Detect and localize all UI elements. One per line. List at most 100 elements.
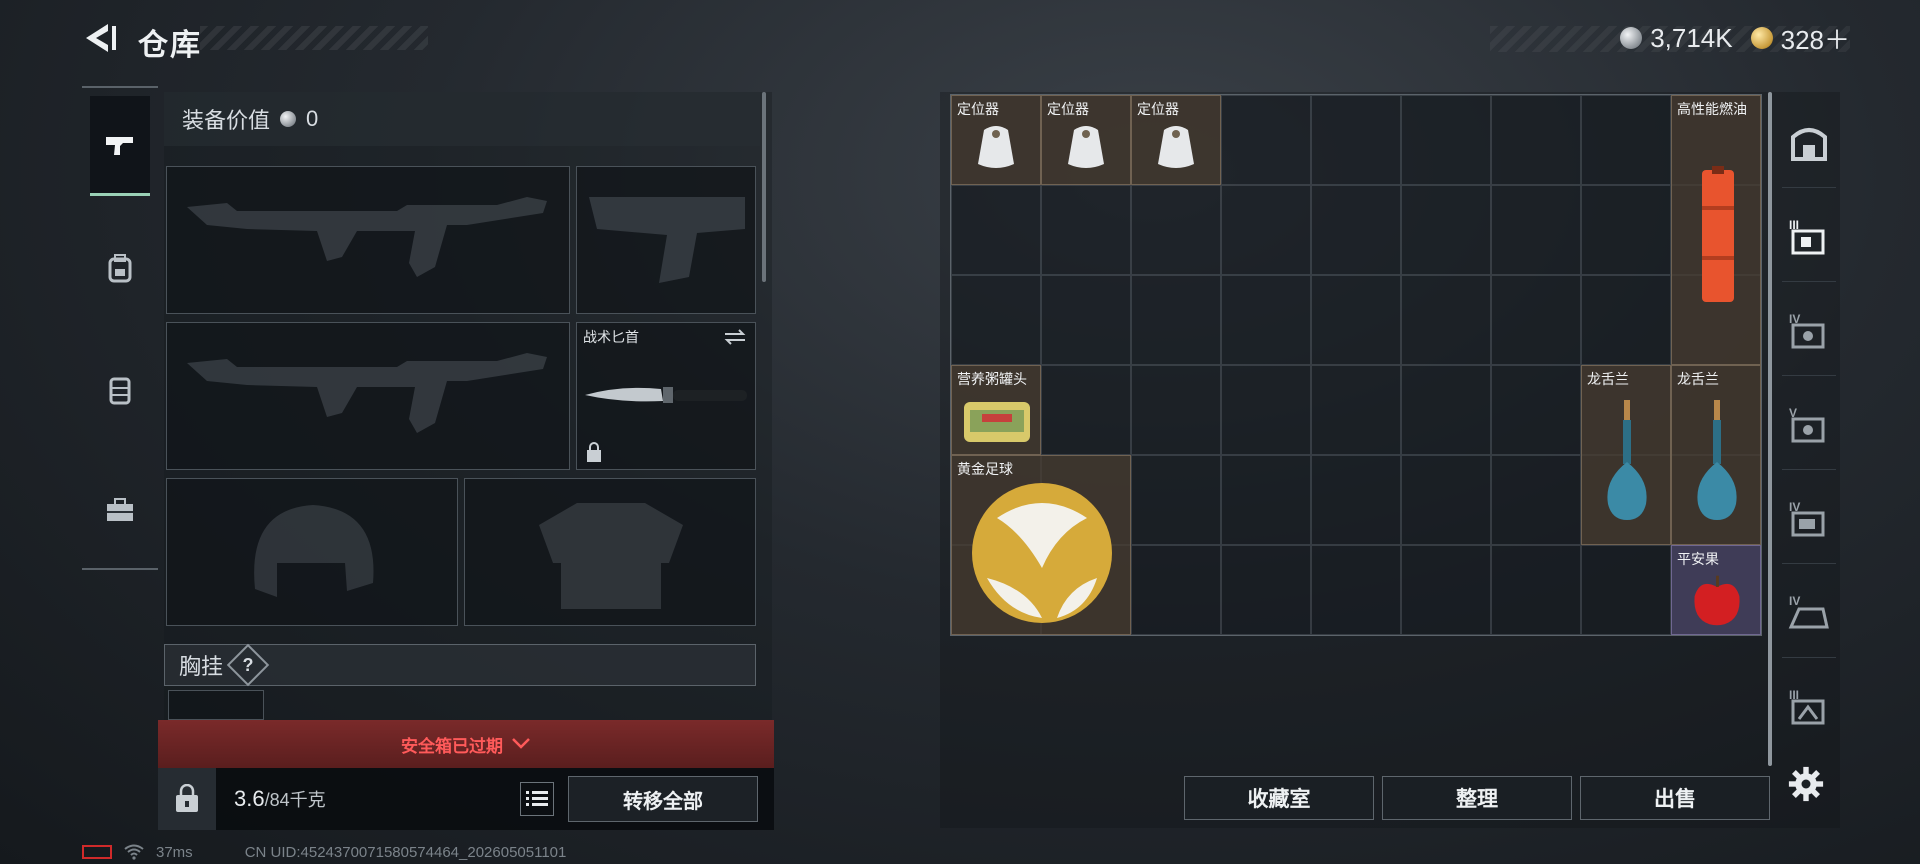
safe-box-expired-banner[interactable]: 安全箱已过期 <box>158 720 774 768</box>
list-view-button[interactable] <box>520 782 554 816</box>
help-badge-text: ? <box>242 654 254 675</box>
grid-cell[interactable] <box>1041 275 1131 365</box>
grid-item-locator-2[interactable]: 定位器 <box>1041 95 1131 185</box>
tab-case-iv[interactable]: IV <box>1782 286 1836 376</box>
chest-rig-slot[interactable] <box>168 690 264 720</box>
case-tier-4-icon: IV <box>1789 312 1825 348</box>
organize-button[interactable]: 整理 <box>1382 776 1572 820</box>
grid-item-golden-football[interactable]: 黄金足球 <box>951 455 1131 635</box>
lock-icon <box>587 442 601 462</box>
rifle-silhouette-icon <box>187 353 547 433</box>
grid-cell[interactable] <box>1401 185 1491 275</box>
grid-item-tequila-2[interactable]: 龙舌兰 <box>1671 365 1761 545</box>
grid-cell[interactable] <box>1221 95 1311 185</box>
sidearm-slot[interactable] <box>576 166 756 314</box>
grid-cell[interactable] <box>1311 545 1401 635</box>
tab-case-iv-b[interactable]: IV <box>1782 474 1836 564</box>
sell-button[interactable]: 出售 <box>1580 776 1770 820</box>
helmet-slot[interactable] <box>166 478 458 626</box>
grid-cell[interactable] <box>1401 275 1491 365</box>
grid-cell[interactable] <box>1131 365 1221 455</box>
grid-cell[interactable] <box>1581 545 1671 635</box>
grid-item-porridge-can[interactable]: 营养粥罐头 <box>951 365 1041 455</box>
primary-weapon-slot[interactable] <box>166 166 570 314</box>
grid-cell[interactable] <box>1581 95 1671 185</box>
grid-cell[interactable] <box>1041 185 1131 275</box>
grid-cell[interactable] <box>1491 365 1581 455</box>
grid-cell[interactable] <box>1311 455 1401 545</box>
grid-cell[interactable] <box>1491 455 1581 545</box>
collection-room-button[interactable]: 收藏室 <box>1184 776 1374 820</box>
grid-cell[interactable] <box>1491 185 1581 275</box>
grid-cell[interactable] <box>951 185 1041 275</box>
grid-cell[interactable] <box>1311 95 1401 185</box>
tab-case-iii[interactable]: III <box>1782 192 1836 282</box>
grid-item-fuel[interactable]: 高性能燃油 <box>1671 95 1761 365</box>
item-label: 营养粥罐头 <box>957 371 1027 387</box>
grid-cell[interactable] <box>1221 365 1311 455</box>
gear-icon <box>1788 766 1824 802</box>
tab-gear[interactable] <box>90 218 150 318</box>
grid-cell[interactable] <box>1221 545 1311 635</box>
grid-cell[interactable] <box>1041 365 1131 455</box>
grid-item-locator-1[interactable]: 定位器 <box>951 95 1041 185</box>
back-button[interactable] <box>78 18 118 58</box>
grid-cell[interactable] <box>1401 95 1491 185</box>
grid-cell[interactable] <box>1401 455 1491 545</box>
grid-cell[interactable] <box>1311 365 1401 455</box>
locator-tag-icon <box>978 126 1014 168</box>
silver-coin-icon <box>1620 27 1643 49</box>
silver-currency: 3,714K <box>1620 23 1733 54</box>
title-decoration <box>200 26 428 50</box>
equipment-value-label: 装备价值 <box>182 108 271 133</box>
transfer-all-button[interactable]: 转移全部 <box>568 776 758 822</box>
settings-button[interactable] <box>1782 760 1830 808</box>
grid-cell[interactable] <box>1131 185 1221 275</box>
stash-scrollbar[interactable] <box>1768 92 1772 766</box>
grid-cell[interactable] <box>1131 275 1221 365</box>
grid-cell[interactable] <box>1491 275 1581 365</box>
grid-cell[interactable] <box>1311 185 1401 275</box>
gold-currency[interactable]: 328＋ <box>1750 20 1850 57</box>
grid-cell[interactable] <box>1581 185 1671 275</box>
armor-silhouette-icon <box>539 503 683 609</box>
grid-cell[interactable] <box>1491 545 1581 635</box>
help-badge[interactable]: ? <box>226 643 270 687</box>
grid-cell[interactable] <box>951 275 1041 365</box>
item-label: 龙舌兰 <box>1677 371 1719 387</box>
grid-cell[interactable] <box>1311 275 1401 365</box>
armor-slot[interactable] <box>464 478 756 626</box>
grid-item-tequila-1[interactable]: 龙舌兰 <box>1581 365 1671 545</box>
tequila-bottle-icon <box>1697 400 1737 520</box>
tab-case-iv-c[interactable]: IV <box>1782 568 1836 658</box>
tab-backpack-storage[interactable] <box>1782 98 1836 188</box>
page-title: 仓库 <box>138 29 202 62</box>
uid-text: CN UID:4524370071580574464_202605051101 <box>244 843 567 861</box>
grid-cell[interactable] <box>1221 185 1311 275</box>
grid-cell[interactable] <box>1401 365 1491 455</box>
equipment-scrollbar[interactable] <box>762 92 766 282</box>
safe-box-button[interactable] <box>158 768 216 830</box>
tab-case-v[interactable]: V <box>1782 380 1836 470</box>
tab-case-iii-b[interactable]: III <box>1782 662 1836 752</box>
grid-cell[interactable] <box>1221 275 1311 365</box>
pistol-silhouette-icon <box>589 197 745 283</box>
grid-item-apple[interactable]: 平安果 <box>1671 545 1761 635</box>
melee-slot[interactable]: 战术匕首 <box>576 322 756 470</box>
grid-cell[interactable] <box>1401 545 1491 635</box>
grid-cell[interactable] <box>1581 275 1671 365</box>
grid-cell[interactable] <box>1221 455 1311 545</box>
secondary-weapon-slot[interactable] <box>166 322 570 470</box>
swap-icon[interactable] <box>723 329 747 345</box>
item-label: 定位器 <box>1137 101 1179 117</box>
tab-case[interactable] <box>90 460 150 560</box>
grid-cell[interactable] <box>1131 455 1221 545</box>
list-icon <box>526 791 548 806</box>
grid-cell[interactable] <box>1491 95 1581 185</box>
tab-weapons[interactable] <box>90 96 150 196</box>
grid-item-locator-3[interactable]: 定位器 <box>1131 95 1221 185</box>
grid-cell[interactable] <box>1131 545 1221 635</box>
backpack-slot-icon <box>1791 127 1827 161</box>
tab-rig[interactable] <box>90 340 150 440</box>
safe-box-expired-text: 安全箱已过期 <box>401 736 503 756</box>
